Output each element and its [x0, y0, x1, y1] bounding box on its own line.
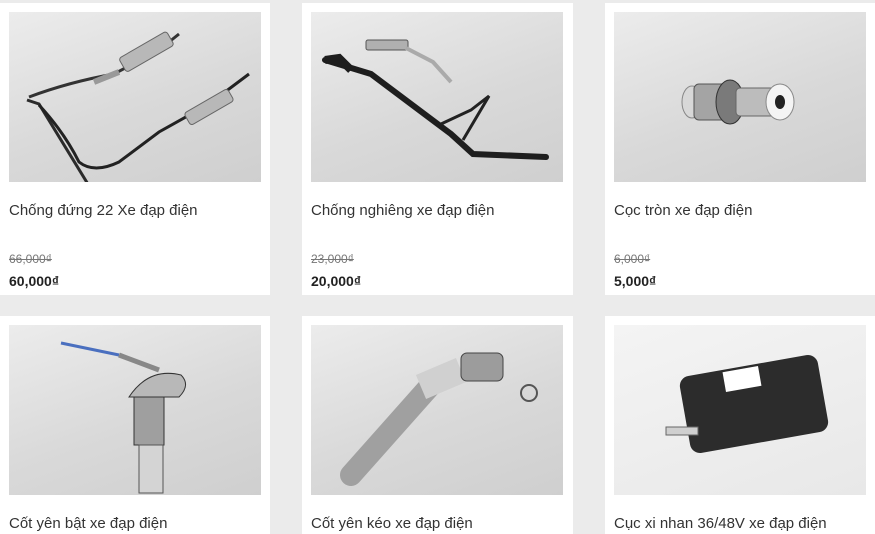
product-image-seatpost-spring[interactable] [9, 325, 261, 495]
kickstand-double-icon [26, 31, 250, 182]
product-image-seatpost-lever[interactable] [311, 325, 563, 495]
product-image-kickstand-double[interactable] [9, 12, 261, 182]
kickstand-side-icon [322, 39, 549, 160]
product-image-round-terminal[interactable] [614, 12, 866, 182]
product-name[interactable]: Cục xi nhan 36/48V xe đạp điện [614, 515, 827, 532]
product-card[interactable]: Chống nghiêng xe đạp điện 23,000₫ 20,000… [302, 3, 573, 295]
product-card[interactable]: Cốt yên bật xe đạp điện [0, 316, 270, 534]
seatpost-spring-icon [60, 341, 186, 494]
product-name[interactable]: Cọc tròn xe đạp điện [614, 202, 752, 219]
round-terminal-icon [681, 79, 795, 125]
product-old-price: 23,000₫ [311, 252, 354, 266]
product-old-price: 6,000₫ [614, 252, 651, 266]
product-image-turn-signal-relay[interactable] [614, 325, 866, 495]
product-card[interactable]: Chống đứng 22 Xe đạp điện 66,000₫ 60,000… [0, 3, 270, 295]
product-card[interactable]: Cốt yên kéo xe đạp điện [302, 316, 573, 534]
product-price: 20,000₫ [311, 273, 362, 289]
product-price: 60,000₫ [9, 273, 60, 289]
product-name[interactable]: Chống nghiêng xe đạp điện [311, 202, 495, 219]
product-card[interactable]: Cọc tròn xe đạp điện 6,000₫ 5,000₫ [605, 3, 875, 295]
product-name[interactable]: Cốt yên bật xe đạp điện [9, 515, 167, 532]
turn-signal-relay-icon [665, 355, 829, 453]
seatpost-lever-icon [340, 352, 538, 486]
product-image-kickstand-side[interactable] [311, 12, 563, 182]
product-old-price: 66,000₫ [9, 252, 52, 266]
product-card[interactable]: Cục xi nhan 36/48V xe đạp điện [605, 316, 875, 534]
product-name[interactable]: Chống đứng 22 Xe đạp điện [9, 202, 198, 219]
product-name[interactable]: Cốt yên kéo xe đạp điện [311, 515, 473, 532]
product-price: 5,000₫ [614, 273, 657, 289]
